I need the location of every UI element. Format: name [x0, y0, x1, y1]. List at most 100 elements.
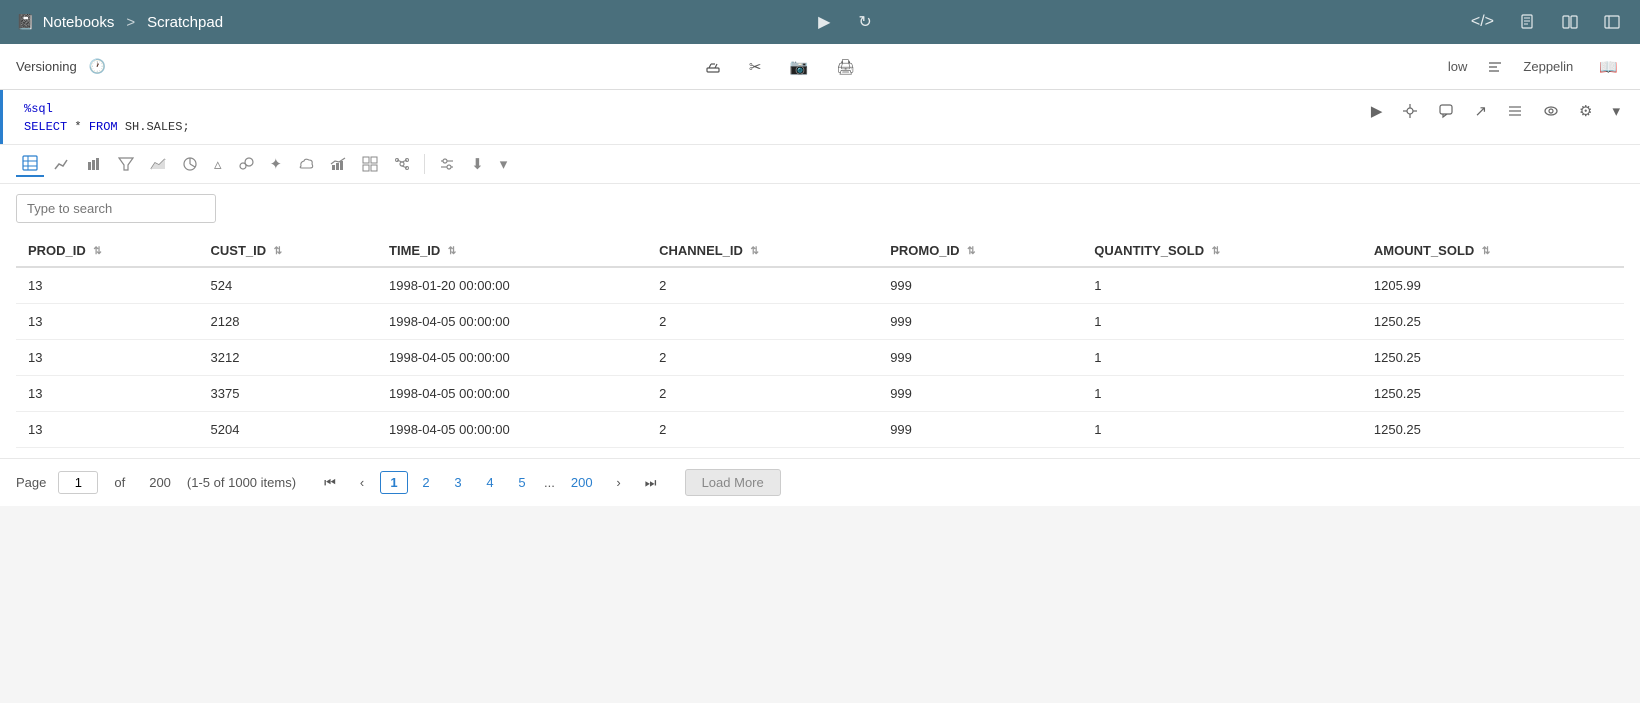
cell-view-button[interactable] — [1539, 101, 1563, 121]
title-bar: 📓 Notebooks > Scratchpad ▶ ↻ </> — [0, 0, 1640, 44]
page-input[interactable] — [58, 471, 98, 494]
viz-separator — [424, 154, 425, 174]
col-channel-id[interactable]: CHANNEL_ID ⇅ — [647, 235, 878, 267]
eraser-button[interactable] — [699, 55, 727, 79]
col-prod-id[interactable]: PROD_ID ⇅ — [16, 235, 199, 267]
table-body: 135241998-01-20 00:00:00299911205.991321… — [16, 267, 1624, 448]
code-view-button[interactable]: </> — [1467, 9, 1498, 35]
cut-button[interactable]: ✂ — [743, 54, 768, 80]
table-cell: 2 — [647, 412, 878, 448]
viz-download-button[interactable]: ⬇ — [465, 151, 490, 177]
breadcrumb-scratchpad[interactable]: Scratchpad — [147, 14, 223, 31]
table-cell: 1 — [1082, 412, 1362, 448]
table-cell: 999 — [878, 340, 1082, 376]
table-cell: 2 — [647, 376, 878, 412]
table-cell: 13 — [16, 412, 199, 448]
sort-icon-cust-id[interactable]: ⇅ — [274, 246, 282, 257]
sort-icon-amount-sold[interactable]: ⇅ — [1482, 246, 1490, 257]
search-input[interactable] — [16, 194, 216, 223]
pag-first-button[interactable]: ⏮ — [316, 471, 344, 495]
cell-run-button[interactable]: ▶ — [1367, 100, 1387, 122]
viz-table-button[interactable] — [16, 151, 44, 177]
viz-line-button[interactable] — [48, 152, 76, 176]
table-row: 1332121998-04-05 00:00:00299911250.25 — [16, 340, 1624, 376]
pagination-ellipsis: ... — [540, 472, 559, 493]
viz-area-button[interactable] — [144, 152, 172, 176]
cell-expand-button[interactable]: ↗ — [1470, 100, 1491, 122]
table-cell: 1205.99 — [1362, 267, 1624, 304]
pag-last-page-button[interactable]: 200 — [563, 471, 601, 494]
breadcrumb-notebooks[interactable]: Notebooks — [43, 14, 115, 31]
cell-accent-bar — [0, 90, 3, 144]
sort-icon-channel-id[interactable]: ⇅ — [751, 246, 759, 257]
table-cell: 13 — [16, 304, 199, 340]
viz-download-dropdown-button[interactable]: ▾ — [494, 151, 514, 177]
pag-next-button[interactable]: › — [605, 471, 633, 494]
pag-last-button[interactable]: ⏭ — [637, 471, 665, 495]
title-bar-right-actions: </> — [1467, 9, 1624, 35]
pag-page-2-button[interactable]: 2 — [412, 471, 440, 494]
split-layout-button[interactable] — [1558, 10, 1582, 34]
table-cell: 2 — [647, 340, 878, 376]
viz-settings2-button[interactable] — [433, 152, 461, 176]
viz-heatmap-button[interactable] — [356, 152, 384, 176]
col-amount-sold[interactable]: AMOUNT_SOLD ⇅ — [1362, 235, 1624, 267]
cell-settings-button[interactable]: ⚙ — [1575, 100, 1596, 122]
panel-toggle-button[interactable] — [1600, 10, 1624, 34]
camera-button[interactable]: 📷 — [783, 54, 814, 80]
code-content[interactable]: %sql SELECT * FROM SH.SALES; — [16, 100, 190, 136]
table-cell: 524 — [199, 267, 377, 304]
viz-scatter-button[interactable]: ▵ — [208, 151, 228, 177]
table-cell: 1998-04-05 00:00:00 — [377, 340, 647, 376]
document-button[interactable] — [1516, 10, 1540, 34]
pag-page-4-button[interactable]: 4 — [476, 471, 504, 494]
viz-combo-button[interactable] — [324, 152, 352, 176]
pag-prev-button[interactable]: ‹ — [348, 471, 376, 494]
col-quantity-sold[interactable]: QUANTITY_SOLD ⇅ — [1082, 235, 1362, 267]
load-more-button[interactable]: Load More — [685, 469, 781, 496]
viz-toolbar: ▵ ✦ ⬇ ▾ — [0, 145, 1640, 184]
col-promo-id[interactable]: PROMO_ID ⇅ — [878, 235, 1082, 267]
sort-icon-promo-id[interactable]: ⇅ — [967, 246, 975, 257]
toolbar-right: low Zeppelin 📖 — [1448, 54, 1624, 80]
table-cell: 1998-04-05 00:00:00 — [377, 304, 647, 340]
viz-wordcloud-button[interactable] — [292, 152, 320, 176]
table-cell: 13 — [16, 376, 199, 412]
viz-pie-button[interactable] — [176, 152, 204, 176]
refresh-button[interactable]: ↻ — [854, 8, 875, 36]
viz-bubble-button[interactable] — [232, 152, 260, 176]
cell-comment-button[interactable] — [1434, 101, 1458, 121]
zeppelin-label: Zeppelin — [1523, 59, 1573, 74]
table-cell: 1 — [1082, 267, 1362, 304]
cell-commit-button[interactable] — [1398, 101, 1422, 121]
sort-icon-quantity-sold[interactable]: ⇅ — [1212, 246, 1220, 257]
pag-page-3-button[interactable]: 3 — [444, 471, 472, 494]
table-cell: 999 — [878, 412, 1082, 448]
table-cell: 1250.25 — [1362, 304, 1624, 340]
table-cell: 1998-04-05 00:00:00 — [377, 376, 647, 412]
table-cell: 1998-04-05 00:00:00 — [377, 412, 647, 448]
sort-icon-prod-id[interactable]: ⇅ — [93, 246, 101, 257]
table-cell: 1 — [1082, 304, 1362, 340]
viz-bar-button[interactable] — [80, 152, 108, 176]
sort-icon-time-id[interactable]: ⇅ — [448, 246, 456, 257]
viz-network-button[interactable] — [388, 152, 416, 176]
viz-filter-button[interactable] — [112, 152, 140, 176]
table-cell: 13 — [16, 340, 199, 376]
run-button[interactable]: ▶ — [814, 8, 834, 36]
table-cell: 999 — [878, 376, 1082, 412]
table-row: 1333751998-04-05 00:00:00299911250.25 — [16, 376, 1624, 412]
print-button[interactable]: 🖨 — [830, 54, 861, 80]
cell-list-button[interactable] — [1503, 101, 1527, 121]
pag-page-5-button[interactable]: 5 — [508, 471, 536, 494]
col-time-id[interactable]: TIME_ID ⇅ — [377, 235, 647, 267]
zeppelin-icon-button[interactable]: 📖 — [1593, 54, 1624, 80]
versioning-history-button[interactable]: 🕐 — [83, 54, 112, 79]
table-cell: 1250.25 — [1362, 412, 1624, 448]
table-cell: 3212 — [199, 340, 377, 376]
viz-radial-button[interactable]: ✦ — [264, 151, 289, 177]
col-cust-id[interactable]: CUST_ID ⇅ — [199, 235, 377, 267]
table-cell: 999 — [878, 304, 1082, 340]
cell-settings-dropdown-button[interactable]: ▾ — [1608, 100, 1624, 122]
pag-page-1-button[interactable]: 1 — [380, 471, 408, 494]
